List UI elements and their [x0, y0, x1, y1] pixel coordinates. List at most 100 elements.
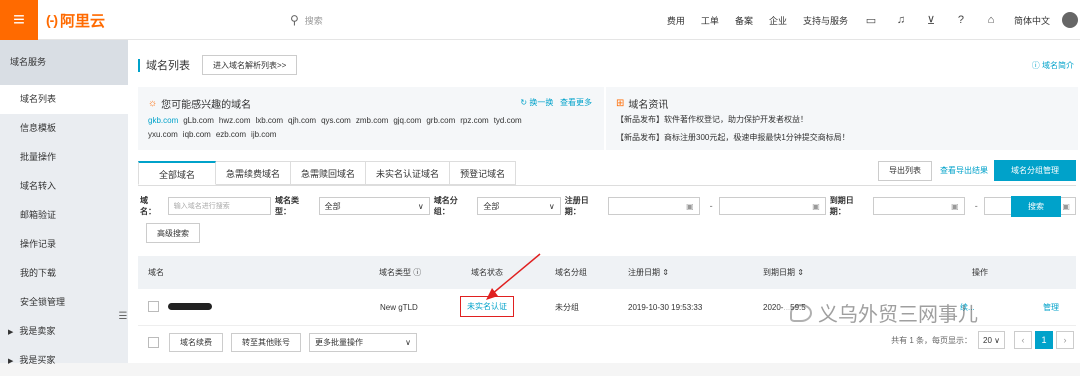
calendar-icon: ▣: [686, 201, 694, 211]
sidebar-item-logs[interactable]: 操作记录: [0, 230, 128, 259]
tab-renew-needed[interactable]: 急需续费域名: [216, 161, 292, 185]
select-all-checkbox[interactable]: [148, 337, 159, 348]
domain-intro-link[interactable]: ⓘ 域名简介: [1032, 60, 1074, 71]
batch-ops-select[interactable]: 更多批量操作 ∨: [309, 333, 417, 352]
page-title: 域名列表: [146, 60, 190, 72]
page-size-select[interactable]: 20 ∨: [978, 331, 1005, 349]
sidebar-item-batch[interactable]: 批量操作: [0, 143, 128, 172]
suggested-domain[interactable]: hwz.com: [219, 116, 251, 125]
sidebar-item-lock[interactable]: 安全锁管理: [0, 288, 128, 317]
suggested-domain[interactable]: iqb.com: [183, 130, 211, 139]
type-select[interactable]: 全部 ∨: [318, 197, 430, 215]
sidebar-group-seller[interactable]: ▶ 我是卖家: [0, 317, 128, 346]
suggested-domain[interactable]: rpz.com: [460, 116, 488, 125]
suggested-domain[interactable]: tyd.com: [494, 116, 522, 125]
news-card: ⊞ 域名资讯 【新品发布】软件著作权登记，助力保护开发者权益！ 【新品发布】商标注…: [606, 87, 1078, 150]
sort-icon: ⇕: [797, 268, 804, 277]
group-select[interactable]: 全部 ∨: [477, 197, 561, 215]
tab-redeem-needed[interactable]: 急需赎回域名: [291, 161, 367, 185]
suggested-domain[interactable]: ezb.com: [216, 130, 246, 139]
tab-unverified[interactable]: 未实名认证域名: [366, 161, 451, 185]
news-title-text: 域名资讯: [628, 100, 669, 111]
bell-icon[interactable]: ♫: [894, 14, 908, 26]
header-domain: 域名: [148, 268, 164, 277]
advanced-search-button[interactable]: 高级搜索: [146, 223, 200, 243]
dns-list-button[interactable]: 进入域名解析列表>>: [202, 55, 298, 75]
sidebar-group-buyer[interactable]: ▶ 我是买家: [0, 346, 128, 375]
sort-icon: ⇕: [662, 268, 669, 277]
checkbox[interactable]: [148, 300, 159, 312]
home-icon[interactable]: ⌂: [984, 14, 998, 26]
sidebar-item-templates[interactable]: 信息模板: [0, 114, 128, 143]
gift-icon: ⊞: [616, 98, 625, 109]
language-switch[interactable]: 简体中文: [1014, 14, 1050, 27]
group-filter-label: 域名分组：: [433, 196, 458, 216]
sidebar-group-label: 我是买家: [19, 355, 56, 365]
page-number[interactable]: 1: [1035, 331, 1053, 349]
sidebar-item-email-verify[interactable]: 邮箱验证: [0, 201, 128, 230]
suggested-domain[interactable]: lxb.com: [255, 116, 283, 125]
domain-intro-label: 域名简介: [1042, 61, 1074, 70]
reg-date-start[interactable]: ▣: [608, 197, 700, 215]
header-exp-date[interactable]: 到期日期 ⇕: [763, 267, 804, 278]
sidebar-item-domain-list[interactable]: 域名列表: [0, 85, 128, 114]
search-placeholder: 搜索: [304, 15, 323, 26]
more-link[interactable]: 查看更多: [560, 98, 592, 107]
news-item[interactable]: 【新品发布】商标注册300元起，极速申报最快1分钟提交商标局！: [616, 132, 850, 143]
view-export-link[interactable]: 查看导出结果: [940, 165, 988, 176]
help-circle-icon: ⓘ: [413, 268, 422, 277]
sidebar-collapse-icon[interactable]: ☰: [118, 311, 128, 329]
global-search[interactable]: ⚲ 搜索: [290, 13, 323, 27]
exp-date-start[interactable]: ▣: [873, 197, 965, 215]
avatar[interactable]: [1062, 12, 1078, 28]
row-checkbox[interactable]: [148, 300, 159, 314]
logo[interactable]: (-) 阿里云: [46, 9, 105, 31]
header-reg-date[interactable]: 注册日期 ⇕: [628, 267, 669, 278]
news-item[interactable]: 【新品发布】软件著作权登记，助力保护开发者权益！: [616, 114, 808, 125]
refresh-icon: ↻: [520, 98, 530, 107]
domain-name-redacted[interactable]: [168, 302, 212, 312]
prev-page-button[interactable]: ‹: [1014, 331, 1032, 349]
export-list-button[interactable]: 导出列表: [878, 160, 932, 181]
terminal-icon[interactable]: ▭: [864, 14, 878, 27]
tab-preregistered[interactable]: 预登记域名: [450, 161, 517, 185]
news-title: ⊞ 域名资讯: [616, 96, 668, 111]
nav-support[interactable]: 支持与服务: [803, 14, 848, 27]
help-circle-icon: ⓘ: [1031, 61, 1042, 70]
top-nav: 费用 工单 备案 企业 支持与服务 ▭ ♫ ⊻ ? ⌂ 简体中文: [659, 0, 1080, 40]
suggested-domain[interactable]: gjq.com: [393, 116, 421, 125]
transfer-account-button[interactable]: 转至其他账号: [231, 333, 301, 352]
group-manage-button[interactable]: 域名分组管理: [994, 160, 1076, 181]
nav-ticket[interactable]: 工单: [701, 14, 719, 27]
cart-icon[interactable]: ⊻: [924, 14, 938, 27]
row-manage-link[interactable]: 管理: [1043, 302, 1059, 313]
suggested-domain[interactable]: yxu.com: [148, 130, 178, 139]
header-group: 域名分组: [555, 268, 587, 277]
suggested-domain[interactable]: qys.com: [321, 116, 351, 125]
sidebar-item-transfer-in[interactable]: 域名转入: [0, 172, 128, 201]
interest-actions: ↻ 换一换 查看更多: [520, 97, 592, 108]
nav-icp[interactable]: 备案: [735, 14, 753, 27]
renew-button[interactable]: 域名续费: [169, 333, 223, 352]
suggested-domain[interactable]: grb.com: [426, 116, 455, 125]
refresh-link[interactable]: 换一换: [529, 98, 553, 107]
interest-card: ☼ 您可能感兴趣的域名 ↻ 换一换 查看更多 gkb.com gLb.com hwz.…: [138, 87, 604, 150]
suggested-domain[interactable]: qjh.com: [288, 116, 316, 125]
suggested-domain[interactable]: gkb.com: [148, 116, 178, 125]
suggested-domain[interactable]: gLb.com: [183, 116, 214, 125]
sidebar-item-downloads[interactable]: 我的下载: [0, 259, 128, 288]
tab-all-domains[interactable]: 全部域名: [138, 161, 217, 185]
search-icon: ⚲: [290, 13, 299, 27]
next-page-button[interactable]: ›: [1056, 331, 1074, 349]
nav-fee[interactable]: 费用: [667, 14, 685, 27]
suggested-domain[interactable]: ijb.com: [251, 130, 276, 139]
domain-group: 未分组: [555, 302, 579, 312]
help-icon[interactable]: ?: [954, 14, 968, 26]
domain-search-input[interactable]: 输入域名进行搜索: [167, 197, 271, 215]
suggested-domain[interactable]: zmb.com: [356, 116, 388, 125]
nav-enterprise[interactable]: 企业: [769, 14, 787, 27]
reg-date-end[interactable]: ▣: [718, 197, 826, 215]
sidebar-title: 域名服务: [0, 40, 128, 85]
search-button[interactable]: 搜索: [1011, 196, 1061, 217]
menu-icon[interactable]: ≡: [0, 0, 38, 40]
